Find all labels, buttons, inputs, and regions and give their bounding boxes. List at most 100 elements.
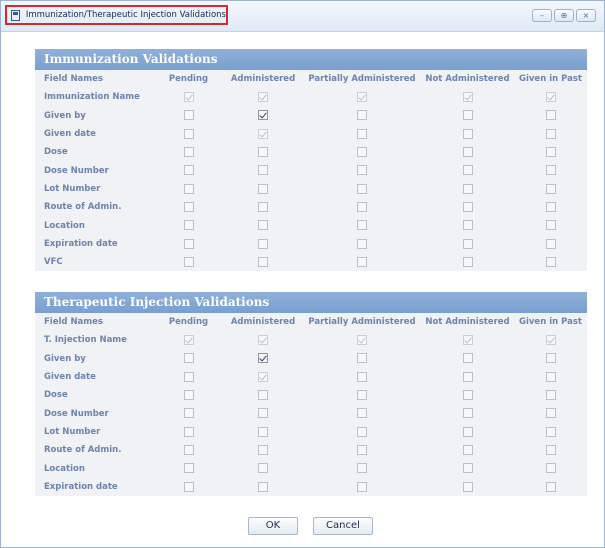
administered-checkbox[interactable] <box>258 110 268 121</box>
title-highlight: Immunization/Therapeutic Injection Valid… <box>5 5 228 25</box>
administered-checkbox[interactable] <box>258 426 268 437</box>
given-in-past-checkbox[interactable] <box>545 128 556 139</box>
not-administered-checkbox[interactable] <box>462 408 473 419</box>
given-in-past-checkbox[interactable] <box>545 444 556 455</box>
not-administered-checkbox[interactable] <box>462 426 473 437</box>
table-row: Dose Number <box>35 161 587 179</box>
not-administered-checkbox[interactable] <box>462 220 473 231</box>
given-in-past-checkbox[interactable] <box>545 426 556 437</box>
administered-checkbox[interactable] <box>258 165 268 176</box>
pending-checkbox[interactable] <box>183 390 194 401</box>
not-administered-checkbox[interactable] <box>462 201 473 212</box>
col-pending: Pending <box>168 317 209 328</box>
checkbox-cell <box>514 386 587 404</box>
pending-checkbox[interactable] <box>183 463 194 474</box>
partially-administered-checkbox[interactable] <box>357 238 367 249</box>
pending-checkbox[interactable] <box>183 444 194 455</box>
given-in-past-checkbox[interactable] <box>545 408 556 419</box>
pending-checkbox[interactable] <box>183 238 194 249</box>
partially-administered-checkbox[interactable] <box>357 426 367 437</box>
given-in-past-checkbox[interactable] <box>545 238 556 249</box>
pending-checkbox[interactable] <box>183 353 194 364</box>
partially-administered-checkbox[interactable] <box>357 220 367 231</box>
not-administered-checkbox[interactable] <box>462 147 473 158</box>
close-icon[interactable]: × <box>576 9 596 22</box>
checkbox-cell <box>514 161 587 179</box>
given-in-past-checkbox[interactable] <box>545 390 556 401</box>
administered-checkbox[interactable] <box>258 238 268 249</box>
minimize-icon[interactable]: – <box>532 9 552 22</box>
partially-administered-checkbox[interactable] <box>357 408 367 419</box>
cancel-button[interactable]: Cancel <box>313 517 373 535</box>
given-in-past-checkbox[interactable] <box>545 165 556 176</box>
pending-checkbox[interactable] <box>183 256 194 267</box>
checkbox-cell <box>303 216 421 234</box>
pending-checkbox[interactable] <box>183 165 194 176</box>
pending-checkbox[interactable] <box>183 426 194 437</box>
administered-checkbox[interactable] <box>258 390 268 401</box>
partially-administered-checkbox[interactable] <box>357 147 367 158</box>
given-in-past-checkbox[interactable] <box>545 371 556 382</box>
partially-administered-checkbox[interactable] <box>357 110 367 121</box>
given-in-past-checkbox[interactable] <box>545 201 556 212</box>
administered-checkbox[interactable] <box>258 201 268 212</box>
title-bar[interactable]: Immunization/Therapeutic Injection Valid… <box>1 1 604 32</box>
pending-checkbox[interactable] <box>183 147 194 158</box>
maximize-icon[interactable]: ⊕ <box>554 9 574 22</box>
partially-administered-checkbox[interactable] <box>357 256 367 267</box>
administered-checkbox[interactable] <box>258 220 268 231</box>
partially-administered-checkbox[interactable] <box>357 128 367 139</box>
administered-checkbox[interactable] <box>258 256 268 267</box>
not-administered-checkbox[interactable] <box>462 463 473 474</box>
given-in-past-checkbox[interactable] <box>545 481 556 492</box>
partially-administered-checkbox[interactable] <box>357 371 367 382</box>
partially-administered-checkbox[interactable] <box>357 390 367 401</box>
partially-administered-checkbox[interactable] <box>357 201 367 212</box>
partially-administered-checkbox[interactable] <box>357 353 367 364</box>
administered-checkbox[interactable] <box>258 353 268 364</box>
partially-administered-checkbox[interactable] <box>357 165 367 176</box>
pending-checkbox[interactable] <box>183 220 194 231</box>
not-administered-checkbox[interactable] <box>462 183 473 194</box>
administered-checkbox[interactable] <box>258 408 268 419</box>
administered-checkbox[interactable] <box>258 444 268 455</box>
not-administered-checkbox[interactable] <box>462 444 473 455</box>
not-administered-checkbox[interactable] <box>462 165 473 176</box>
partially-administered-checkbox[interactable] <box>357 463 367 474</box>
given-in-past-checkbox[interactable] <box>545 183 556 194</box>
partially-administered-checkbox[interactable] <box>357 444 367 455</box>
not-administered-checkbox[interactable] <box>462 481 473 492</box>
not-administered-checkbox[interactable] <box>462 390 473 401</box>
not-administered-checkbox[interactable] <box>462 128 473 139</box>
checkbox-cell <box>303 331 421 349</box>
not-administered-checkbox[interactable] <box>462 353 473 364</box>
pending-checkbox[interactable] <box>183 183 194 194</box>
pending-checkbox[interactable] <box>183 371 194 382</box>
administered-checkbox[interactable] <box>258 463 268 474</box>
not-administered-checkbox[interactable] <box>462 110 473 121</box>
field-name-label: Dose <box>44 390 68 401</box>
given-in-past-checkbox[interactable] <box>545 353 556 364</box>
administered-checkbox[interactable] <box>258 147 268 158</box>
pending-checkbox[interactable] <box>183 408 194 419</box>
not-administered-checkbox[interactable] <box>462 371 473 382</box>
given-in-past-checkbox[interactable] <box>545 463 556 474</box>
administered-checkbox[interactable] <box>258 481 268 492</box>
pending-checkbox[interactable] <box>183 110 194 121</box>
checkbox-cell <box>154 368 223 386</box>
pending-checkbox[interactable] <box>183 201 194 212</box>
checkbox-cell <box>421 143 514 161</box>
given-in-past-checkbox[interactable] <box>545 110 556 121</box>
given-in-past-checkbox[interactable] <box>545 147 556 158</box>
given-in-past-checkbox[interactable] <box>545 220 556 231</box>
not-administered-checkbox[interactable] <box>462 256 473 267</box>
partially-administered-checkbox[interactable] <box>357 481 367 492</box>
not-administered-checkbox[interactable] <box>462 238 473 249</box>
given-in-past-checkbox[interactable] <box>545 256 556 267</box>
ok-button[interactable]: OK <box>248 517 298 535</box>
partially-administered-checkbox[interactable] <box>357 183 367 194</box>
administered-checkbox[interactable] <box>258 183 268 194</box>
pending-checkbox[interactable] <box>183 481 194 492</box>
pending-checkbox[interactable] <box>183 128 194 139</box>
checkbox-cell <box>514 459 587 477</box>
